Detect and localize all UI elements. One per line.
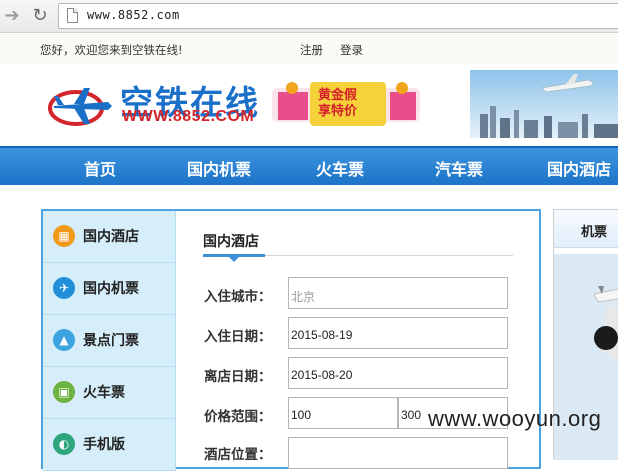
main-nav: 首页 国内机票 火车票 汽车票 国内酒店 bbox=[0, 146, 618, 185]
hotel-icon: ▦ bbox=[53, 225, 75, 247]
reload-icon[interactable]: ↻ bbox=[30, 6, 50, 26]
sidebar-item-label: 火车票 bbox=[83, 385, 125, 401]
checkout-label: 离店日期： bbox=[204, 369, 272, 385]
login-link[interactable]: 登录 bbox=[340, 42, 363, 58]
location-label: 酒店位置： bbox=[204, 447, 272, 463]
sidebar-item-label: 景点门票 bbox=[83, 333, 139, 349]
skyline-banner-image bbox=[470, 70, 618, 138]
promo-line-2: 享特价 bbox=[318, 104, 358, 119]
city-input[interactable]: 北京 bbox=[288, 277, 508, 309]
panel-title: 机票 bbox=[581, 225, 608, 240]
register-link[interactable]: 注册 bbox=[300, 42, 323, 58]
welcome-text: 您好，欢迎您来到空铁在线! bbox=[40, 43, 183, 57]
sidebar-item-train[interactable]: ▣ 火车票 bbox=[43, 367, 176, 419]
nav-bus-tickets[interactable]: 汽车票 bbox=[435, 156, 483, 180]
nav-home[interactable]: 首页 bbox=[84, 156, 116, 180]
site-header: 空铁在线 WWW.8852.COM 黄金假 享特价 bbox=[0, 64, 618, 146]
train-icon: ▣ bbox=[53, 381, 75, 403]
phone-icon: ◐ bbox=[53, 433, 75, 455]
price-min-input[interactable]: 100 bbox=[288, 397, 398, 429]
browser-toolbar: ➔ ↻ www.8852.com bbox=[0, 0, 618, 33]
booking-sidebar: ▦ 国内酒店 ✈ 国内机票 ▲ 景点门票 ▣ 火车票 ◐ 手机版 bbox=[43, 211, 176, 471]
sidebar-item-label: 国内酒店 bbox=[83, 229, 139, 245]
sidebar-item-label: 手机版 bbox=[83, 437, 125, 453]
city-label: 入住城市： bbox=[204, 289, 272, 305]
nav-domestic-hotels[interactable]: 国内酒店 bbox=[547, 156, 611, 180]
address-bar[interactable]: www.8852.com bbox=[58, 3, 618, 29]
plane-icon: ✈ bbox=[53, 277, 75, 299]
panel-header: 机票 bbox=[554, 210, 618, 248]
top-bar: 您好，欢迎您来到空铁在线! 注册 登录 bbox=[0, 34, 618, 64]
back-arrow-icon[interactable]: ➔ bbox=[2, 6, 22, 26]
checkout-date-input[interactable]: 2015-08-20 bbox=[288, 357, 508, 389]
nav-domestic-flights[interactable]: 国内机票 bbox=[187, 156, 251, 180]
sidebar-item-attractions[interactable]: ▲ 景点门票 bbox=[43, 315, 176, 367]
sidebar-item-flights[interactable]: ✈ 国内机票 bbox=[43, 263, 176, 315]
url-text[interactable]: www.8852.com bbox=[87, 8, 180, 22]
tab-pointer-icon bbox=[229, 257, 239, 262]
location-input[interactable] bbox=[288, 437, 508, 469]
page-icon bbox=[67, 8, 78, 23]
sidebar-item-hotel[interactable]: ▦ 国内酒店 bbox=[43, 211, 176, 263]
watermark-text: www.wooyun.org bbox=[428, 406, 602, 431]
checkin-label: 入住日期： bbox=[204, 329, 272, 345]
plane-logo-icon[interactable] bbox=[48, 80, 118, 128]
tab-domestic-hotel[interactable]: 国内酒店 bbox=[203, 231, 259, 251]
price-range-label: 价格范围： bbox=[204, 409, 272, 425]
nav-train-tickets[interactable]: 火车票 bbox=[316, 156, 364, 180]
sidebar-item-mobile[interactable]: ◐ 手机版 bbox=[43, 419, 176, 471]
checkin-date-input[interactable]: 2015-08-19 bbox=[288, 317, 508, 349]
sidebar-item-label: 国内机票 bbox=[83, 281, 139, 297]
logo-url[interactable]: WWW.8852.COM bbox=[122, 108, 254, 126]
scenery-icon: ▲ bbox=[53, 329, 75, 351]
